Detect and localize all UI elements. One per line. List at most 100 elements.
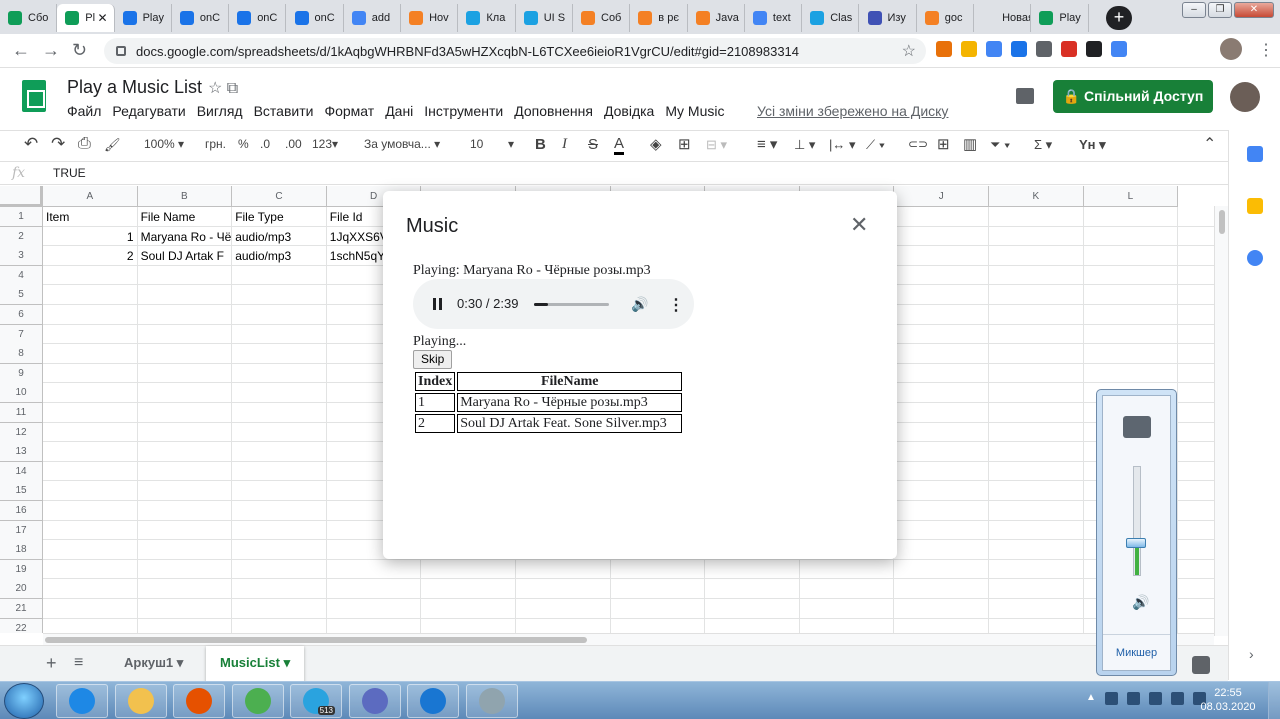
- browser-tab[interactable]: Pl ✕: [57, 4, 115, 32]
- row-header[interactable]: 4: [0, 265, 43, 286]
- row-header[interactable]: 13: [0, 442, 43, 463]
- extension-icon[interactable]: [1061, 41, 1077, 57]
- tasks-icon[interactable]: [1247, 250, 1263, 266]
- volume-slider-track[interactable]: [1133, 466, 1141, 576]
- title-icons[interactable]: ☆ ⧉: [208, 78, 238, 98]
- row-header[interactable]: 20: [0, 579, 43, 600]
- url-text[interactable]: docs.google.com/spreadsheets/d/1kAqbgWHR…: [136, 44, 799, 59]
- show-desktop-button[interactable]: [1268, 682, 1280, 719]
- undo-icon[interactable]: ↶: [24, 134, 38, 154]
- row-header[interactable]: 1: [0, 207, 43, 227]
- row-header[interactable]: 17: [0, 520, 43, 541]
- extension-icon[interactable]: [986, 41, 1002, 57]
- back-button[interactable]: ←: [12, 40, 30, 61]
- taskbar-app-vscode[interactable]: [407, 684, 459, 718]
- save-status-link[interactable]: Усі зміни збережено на Диску: [757, 103, 948, 119]
- horizontal-scroll-thumb[interactable]: [45, 637, 587, 643]
- column-header[interactable]: B: [137, 186, 233, 207]
- new-tab-button[interactable]: +: [1106, 6, 1132, 30]
- vertical-scroll-thumb[interactable]: [1219, 210, 1225, 234]
- menu-item[interactable]: Редагувати: [112, 103, 185, 119]
- minimize-button[interactable]: –: [1182, 2, 1206, 18]
- menu-item[interactable]: Дані: [385, 103, 413, 119]
- row-header[interactable]: 14: [0, 461, 43, 482]
- dialog-close-icon[interactable]: ✕: [850, 214, 868, 236]
- volume-slider-thumb[interactable]: [1126, 538, 1146, 548]
- taskbar-app-telegram[interactable]: 513: [290, 684, 342, 718]
- cell-c2[interactable]: audio/mp3: [232, 227, 326, 247]
- account-avatar[interactable]: [1230, 82, 1260, 112]
- start-button[interactable]: [4, 683, 44, 719]
- expand-panel-icon[interactable]: ›: [1249, 646, 1254, 662]
- browser-tab[interactable]: в рє: [630, 4, 688, 32]
- row-header[interactable]: 10: [0, 383, 43, 404]
- row-header[interactable]: 8: [0, 344, 43, 365]
- cell-a1[interactable]: Item: [43, 207, 137, 227]
- maximize-button[interactable]: ❐: [1208, 2, 1232, 18]
- text-rotation-icon[interactable]: ⟋ ▾: [866, 137, 885, 153]
- fill-color-icon[interactable]: ◈: [650, 135, 662, 153]
- vertical-scrollbar[interactable]: [1214, 206, 1228, 636]
- document-title[interactable]: Play a Music List: [67, 77, 202, 98]
- extension-icon[interactable]: [1111, 41, 1127, 57]
- share-button[interactable]: 🔒 Спільний Доступ: [1053, 80, 1213, 113]
- row-header[interactable]: 22: [0, 618, 43, 633]
- paint-format-icon[interactable]: 🖌: [104, 137, 121, 153]
- omnibox[interactable]: docs.google.com/spreadsheets/d/1kAqbgWHR…: [104, 38, 926, 64]
- row-header[interactable]: 9: [0, 363, 43, 384]
- cell-a3[interactable]: 2: [43, 246, 137, 266]
- insert-link-icon[interactable]: ⊂⊃: [908, 137, 928, 151]
- borders-icon[interactable]: ⊞: [678, 135, 691, 153]
- system-clock[interactable]: 22:55 08.03.2020: [1198, 686, 1258, 714]
- cell-a2[interactable]: 1: [43, 227, 137, 247]
- browser-tab[interactable]: onC: [229, 4, 287, 32]
- extension-icon[interactable]: [936, 41, 952, 57]
- cell-b3[interactable]: Soul DJ Artak F: [138, 246, 232, 266]
- extension-icon[interactable]: [961, 41, 977, 57]
- text-color-button[interactable]: A: [614, 135, 625, 155]
- column-header[interactable]: K: [989, 186, 1084, 207]
- sheets-logo[interactable]: [22, 80, 46, 112]
- menu-item[interactable]: Вставити: [254, 103, 314, 119]
- add-sheet-button[interactable]: +: [46, 653, 57, 674]
- tray-icon-2[interactable]: [1126, 692, 1140, 705]
- close-window-button[interactable]: ✕: [1234, 2, 1274, 18]
- column-header[interactable]: J: [894, 186, 989, 207]
- select-all-corner[interactable]: [0, 186, 43, 207]
- percent-format-button[interactable]: %: [238, 137, 249, 151]
- browser-tab[interactable]: Play: [115, 4, 172, 32]
- taskbar-app-chrome[interactable]: [231, 684, 284, 718]
- browser-tab[interactable]: goc: [917, 4, 975, 32]
- tray-icon-1[interactable]: [1104, 692, 1118, 705]
- network-icon[interactable]: [1170, 692, 1184, 705]
- zoom-select[interactable]: 100% ▾: [144, 137, 184, 151]
- calendar-icon[interactable]: [1247, 146, 1263, 162]
- horizontal-scrollbar[interactable]: [43, 633, 1214, 645]
- merge-cells-icon[interactable]: ⊟ ▾: [706, 137, 727, 153]
- filter-icon[interactable]: ⏷ ▾: [990, 137, 1010, 153]
- row-header[interactable]: 18: [0, 540, 43, 561]
- table-row[interactable]: 1 Maryana Ro - Чёрные розы.mp3: [415, 393, 683, 412]
- row-header[interactable]: 19: [0, 559, 43, 580]
- row-header[interactable]: 12: [0, 422, 43, 443]
- row-header[interactable]: 11: [0, 403, 43, 423]
- font-family-select[interactable]: За умовча... ▾: [364, 137, 440, 151]
- all-sheets-button[interactable]: ≡: [74, 654, 83, 672]
- font-size-input[interactable]: 10: [470, 137, 483, 151]
- italic-button[interactable]: I: [562, 136, 567, 153]
- extension-icon[interactable]: [1011, 41, 1027, 57]
- mixer-link[interactable]: Микшер: [1103, 634, 1170, 659]
- extension-icon[interactable]: [1086, 41, 1102, 57]
- row-header[interactable]: 2: [0, 226, 43, 247]
- cell-c1[interactable]: File Type: [232, 207, 326, 227]
- pause-icon[interactable]: [433, 298, 443, 310]
- browser-tab[interactable]: Java: [688, 4, 745, 32]
- browser-tab[interactable]: Clas: [802, 4, 860, 32]
- menu-item[interactable]: Формат: [324, 103, 374, 119]
- row-header[interactable]: 5: [0, 285, 43, 306]
- sheet-tab-musiclist[interactable]: MusicList ▾: [206, 646, 305, 682]
- menu-item[interactable]: Довідка: [604, 103, 654, 119]
- sheet-tab-arkush1[interactable]: Аркуш1 ▾: [110, 646, 197, 682]
- vertical-align-icon[interactable]: ⊥ ▾: [794, 137, 815, 153]
- horizontal-align-icon[interactable]: ≡ ▾: [757, 135, 777, 153]
